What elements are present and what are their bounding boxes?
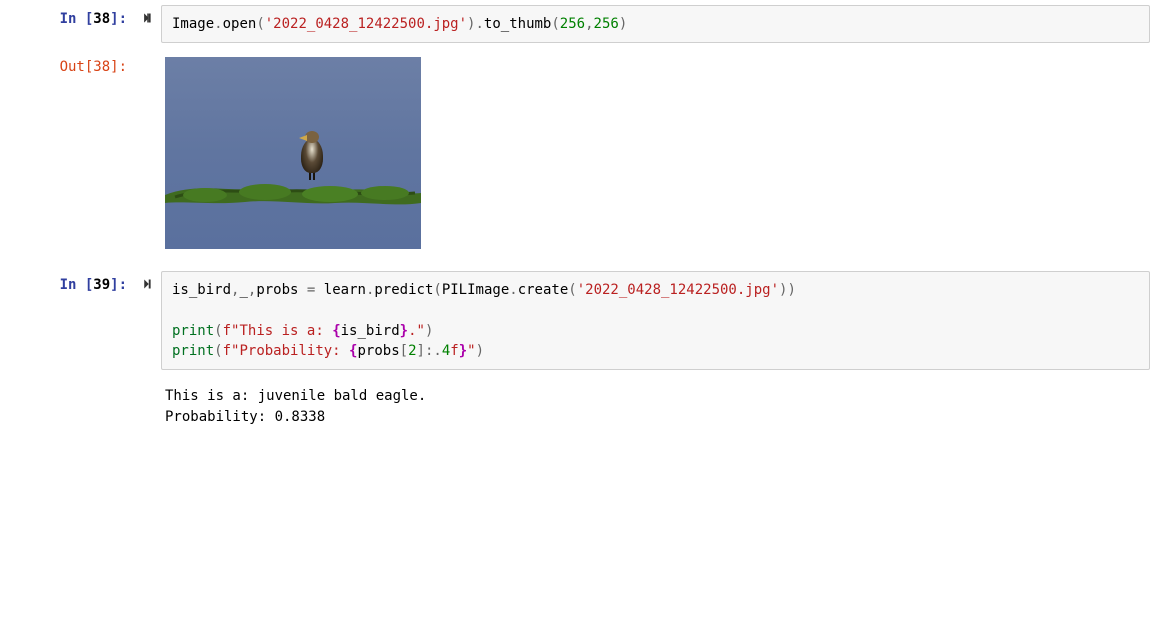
in-label: In [38]: (60, 11, 127, 27)
cell-in-38: In [38]: Image.open('2022_0428_12422500.… (0, 5, 1150, 49)
stdout-text: This is a: juvenile bald eagle. Probabil… (161, 380, 1150, 439)
output-prompt: Out[38]: (0, 53, 135, 267)
input-prompt: In [38]: (0, 5, 135, 49)
code-area: Image.open('2022_0428_12422500.jpg').to_… (161, 5, 1150, 49)
code-input[interactable]: Image.open('2022_0428_12422500.jpg').to_… (161, 5, 1150, 43)
tree-branch (165, 173, 421, 213)
out-label: Out[38]: (60, 59, 127, 75)
code-input[interactable]: is_bird,_,probs = learn.predict(PILImage… (161, 271, 1150, 370)
run-spacer (135, 380, 161, 439)
run-cell-icon[interactable] (135, 271, 161, 376)
empty-prompt (0, 380, 135, 439)
cell-out-38: Out[38]: (0, 53, 1150, 267)
cell-stdout-39: This is a: juvenile bald eagle. Probabil… (0, 380, 1150, 439)
cell-in-39: In [39]: is_bird,_,probs = learn.predict… (0, 271, 1150, 376)
run-spacer (135, 53, 161, 267)
in-label: In [39]: (60, 277, 127, 293)
output-image (165, 57, 421, 249)
run-cell-icon[interactable] (135, 5, 161, 49)
input-prompt: In [39]: (0, 271, 135, 376)
bird-image (293, 131, 331, 179)
